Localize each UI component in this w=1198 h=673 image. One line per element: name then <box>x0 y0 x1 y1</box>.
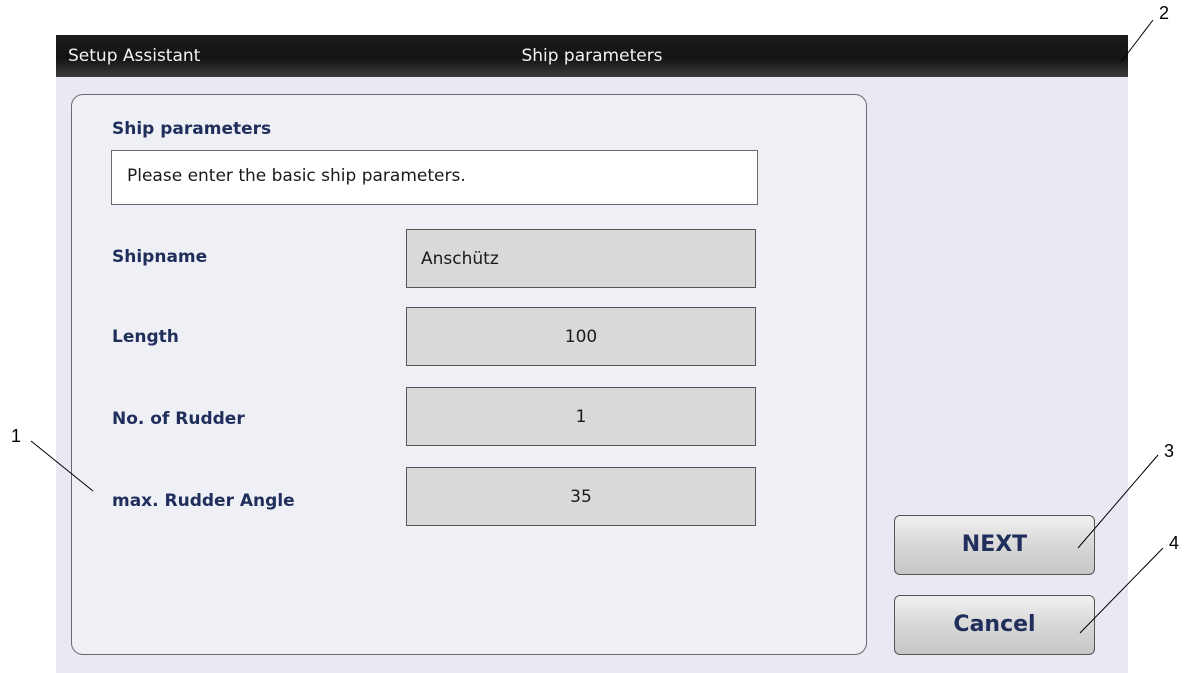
rudder-count-label: No. of Rudder <box>112 409 245 429</box>
figure: Setup Assistant Ship parameters Ship par… <box>0 0 1198 673</box>
panel-heading: Ship parameters <box>112 119 272 139</box>
max-rudder-angle-label: max. Rudder Angle <box>112 491 295 511</box>
callout-number-4: 4 <box>1169 533 1180 553</box>
screen-title: Ship parameters <box>521 46 663 66</box>
next-button[interactable]: NEXT <box>894 515 1095 575</box>
length-field[interactable] <box>406 307 756 366</box>
length-label: Length <box>112 327 179 347</box>
description-text: Please enter the basic ship parameters. <box>127 166 466 186</box>
shipname-label: Shipname <box>112 247 208 267</box>
shipname-field[interactable] <box>406 229 756 288</box>
device-screen: Setup Assistant Ship parameters Ship par… <box>56 35 1128 673</box>
description-box: Please enter the basic ship parameters. <box>111 150 758 205</box>
max-rudder-angle-field[interactable] <box>406 467 756 526</box>
title-bar: Setup Assistant Ship parameters <box>56 35 1128 77</box>
rudder-count-field[interactable] <box>406 387 756 446</box>
callout-number-3: 3 <box>1164 441 1175 461</box>
callout-number-2: 2 <box>1159 3 1170 23</box>
ship-parameters-panel: Ship parameters Please enter the basic s… <box>71 94 867 655</box>
cancel-button[interactable]: Cancel <box>894 595 1095 655</box>
callout-number-1: 1 <box>11 426 22 446</box>
